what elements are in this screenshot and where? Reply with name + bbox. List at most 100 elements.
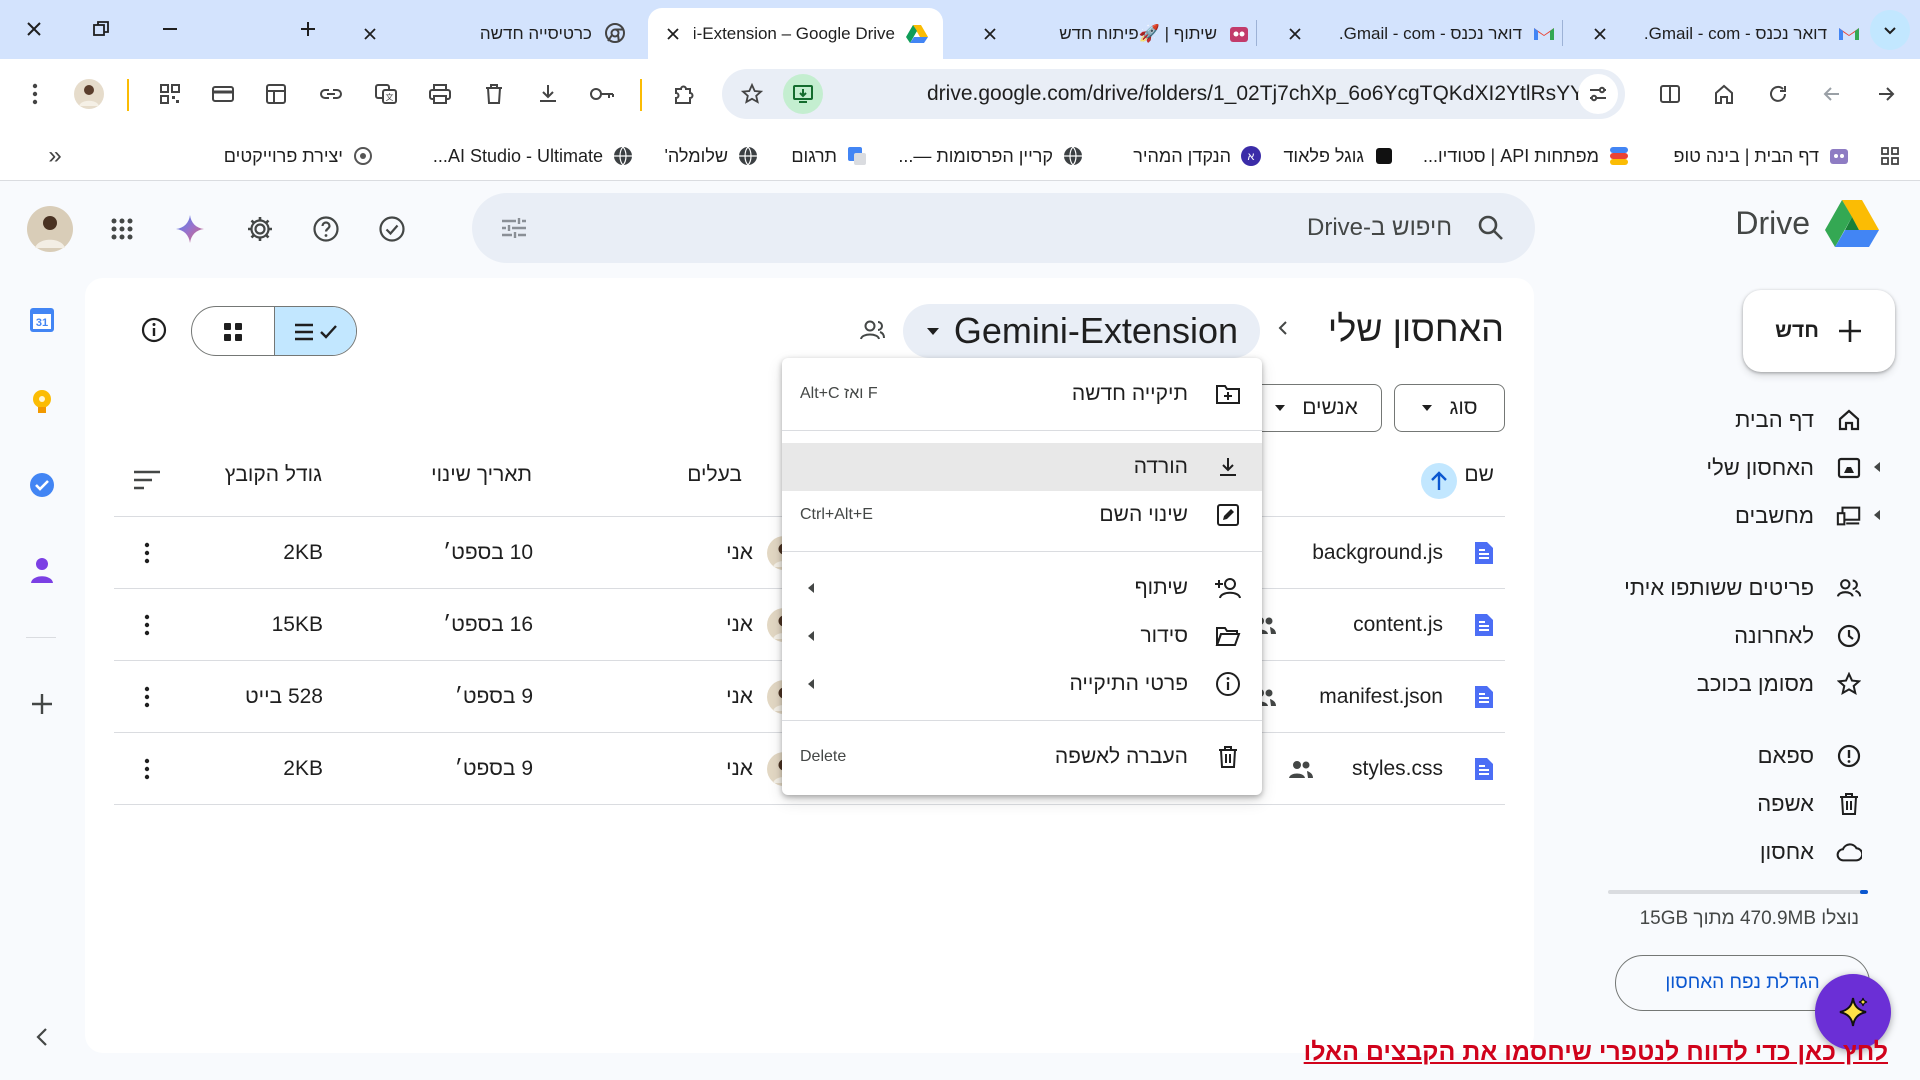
install-app-icon[interactable] [783, 74, 823, 114]
more-actions-icon[interactable] [134, 517, 160, 589]
more-actions-icon[interactable] [134, 733, 160, 805]
breadcrumb-current-folder[interactable]: Gemini-Extension [903, 304, 1260, 358]
bookmark-item[interactable]: יצירת פרוייקטים [224, 131, 374, 181]
filter-people-chip[interactable]: אנשים [1250, 384, 1382, 432]
nav-home[interactable]: דף הבית [1550, 396, 1880, 444]
menu-item-organize[interactable]: סידור [782, 612, 1262, 660]
nav-storage[interactable]: אחסון [1550, 828, 1880, 876]
menu-item-rename[interactable]: שינוי השם Ctrl+Alt+E [782, 491, 1262, 539]
site-settings-icon[interactable] [1578, 74, 1618, 114]
menu-item-share[interactable]: שיתוף [782, 564, 1262, 612]
menu-item-move-to-trash[interactable]: העברה לאשפה Delete [782, 733, 1262, 781]
list-view-button[interactable] [274, 307, 356, 355]
reload-icon[interactable] [1758, 74, 1798, 114]
settings-gear-icon[interactable] [236, 205, 284, 253]
bookmark-item[interactable]: שלומלה' [664, 131, 759, 181]
nav-my-drive[interactable]: האחסון שלי [1550, 444, 1880, 492]
apps-grid-icon[interactable] [1870, 136, 1910, 176]
tab-new[interactable]: כרטיסייה חדשה [345, 8, 640, 59]
menu-item-download[interactable]: הורדה [782, 443, 1262, 491]
forward-icon[interactable] [1812, 74, 1852, 114]
search-icon[interactable] [1467, 204, 1515, 252]
print-icon[interactable] [420, 74, 460, 114]
expand-arrow-icon[interactable] [1872, 508, 1882, 522]
bookmark-item[interactable]: א הנקדן המהיר [1133, 131, 1262, 181]
bookmark-item[interactable]: דף הבית | בינה טופ [1673, 131, 1850, 181]
gemini-icon[interactable] [166, 205, 214, 253]
tab-gmail-1[interactable]: דואר נכנס - Gmail - com. [1575, 8, 1875, 59]
home-icon[interactable] [1704, 74, 1744, 114]
more-bookmarks-icon[interactable]: » [35, 136, 75, 176]
drive-logo[interactable]: Drive [1735, 198, 1880, 248]
window-restore-icon[interactable] [81, 9, 121, 49]
close-icon[interactable] [1589, 23, 1611, 45]
bookmark-item[interactable]: תרגום [791, 131, 868, 181]
bookmark-item[interactable]: מפתחות API | סטודיו... [1423, 131, 1630, 181]
breadcrumb-root[interactable]: האחסון שלי [1328, 308, 1504, 350]
ready-offline-icon[interactable] [368, 205, 416, 253]
help-icon[interactable] [302, 205, 350, 253]
bookmark-star-icon[interactable] [732, 74, 772, 114]
column-modified[interactable]: תאריך שינוי [431, 463, 532, 487]
back-icon[interactable] [1866, 74, 1906, 114]
keep-icon[interactable] [22, 383, 62, 423]
download-icon[interactable] [528, 74, 568, 114]
nav-shared-with-me[interactable]: פריטים ששותפו איתי [1550, 564, 1880, 612]
nav-trash[interactable]: אשפה [1550, 780, 1880, 828]
nav-starred[interactable]: מסומן בכוכב [1550, 660, 1880, 708]
extensions-puzzle-icon[interactable] [664, 74, 704, 114]
close-icon[interactable] [662, 23, 684, 45]
close-icon[interactable] [979, 23, 1001, 45]
search-options-icon[interactable] [490, 204, 538, 252]
grid-view-button[interactable] [192, 307, 274, 355]
nav-computers[interactable]: מחשבים [1550, 492, 1880, 540]
file-name[interactable]: content.js [1353, 589, 1443, 661]
column-size[interactable]: גודל הקובץ [225, 463, 322, 487]
column-name[interactable]: שם [1464, 463, 1494, 487]
close-icon[interactable] [359, 23, 381, 45]
window-minimize-icon[interactable] [150, 9, 190, 49]
more-actions-icon[interactable] [134, 661, 160, 733]
qr-code-icon[interactable] [150, 74, 190, 114]
translate-icon[interactable]: 文 [366, 74, 406, 114]
bookmark-item[interactable]: AI Studio - Ultimate... [433, 131, 634, 181]
account-avatar[interactable] [26, 205, 74, 253]
bookmark-item[interactable]: גוגל פלאוד [1283, 131, 1395, 181]
column-owner[interactable]: בעלים [687, 463, 742, 487]
card-icon[interactable] [203, 74, 243, 114]
contacts-icon[interactable] [22, 550, 62, 590]
tasks-icon[interactable] [22, 465, 62, 505]
tab-drive-active[interactable]: Gemini-Extension – Google Drive [648, 8, 943, 59]
new-tab-icon[interactable] [288, 9, 328, 49]
folder-share-icon[interactable] [858, 318, 888, 344]
filter-type-chip[interactable]: סוג [1394, 384, 1505, 432]
menu-item-new-folder[interactable]: תיקייה חדשה Alt+C ואז F [782, 370, 1262, 418]
close-icon[interactable] [1284, 23, 1306, 45]
file-name[interactable]: manifest.json [1319, 661, 1443, 733]
profile-avatar[interactable] [69, 74, 109, 114]
calendar-icon[interactable]: 31 [22, 300, 62, 340]
report-link[interactable]: לחץ כאן כדי לדווח לנטפרי שיחסמו את הקבצי… [1304, 1038, 1888, 1067]
url-text[interactable]: drive.google.com/drive/folders/1_02Tj7ch… [927, 69, 1596, 119]
menu-item-folder-info[interactable]: פרטי התיקייה [782, 660, 1262, 708]
table-icon[interactable] [256, 74, 296, 114]
tab-share[interactable]: שיתוף | 🚀פיתוח חדש [965, 8, 1265, 59]
nav-spam[interactable]: ספאם [1550, 732, 1880, 780]
tab-gmail-2[interactable]: דואר נכנס - Gmail - com. [1270, 8, 1570, 59]
sort-options-icon[interactable] [132, 468, 162, 494]
file-name[interactable]: background.js [1312, 517, 1443, 589]
menu-dots-icon[interactable] [15, 74, 55, 114]
more-actions-icon[interactable] [134, 589, 160, 661]
password-key-icon[interactable] [582, 74, 622, 114]
window-close-icon[interactable] [14, 9, 54, 49]
google-apps-icon[interactable] [98, 205, 146, 253]
bookmark-item[interactable]: קריין הפרסומות —... [898, 131, 1084, 181]
address-bar[interactable]: drive.google.com/drive/folders/1_02Tj7ch… [722, 69, 1625, 119]
collapse-panel-icon[interactable] [22, 1017, 62, 1057]
link-icon[interactable] [311, 74, 351, 114]
trash-icon[interactable] [474, 74, 514, 114]
file-name[interactable]: styles.css [1352, 733, 1443, 805]
tab-search-icon[interactable] [1870, 10, 1910, 50]
search-input[interactable] [552, 193, 1452, 263]
split-view-icon[interactable] [1650, 74, 1690, 114]
